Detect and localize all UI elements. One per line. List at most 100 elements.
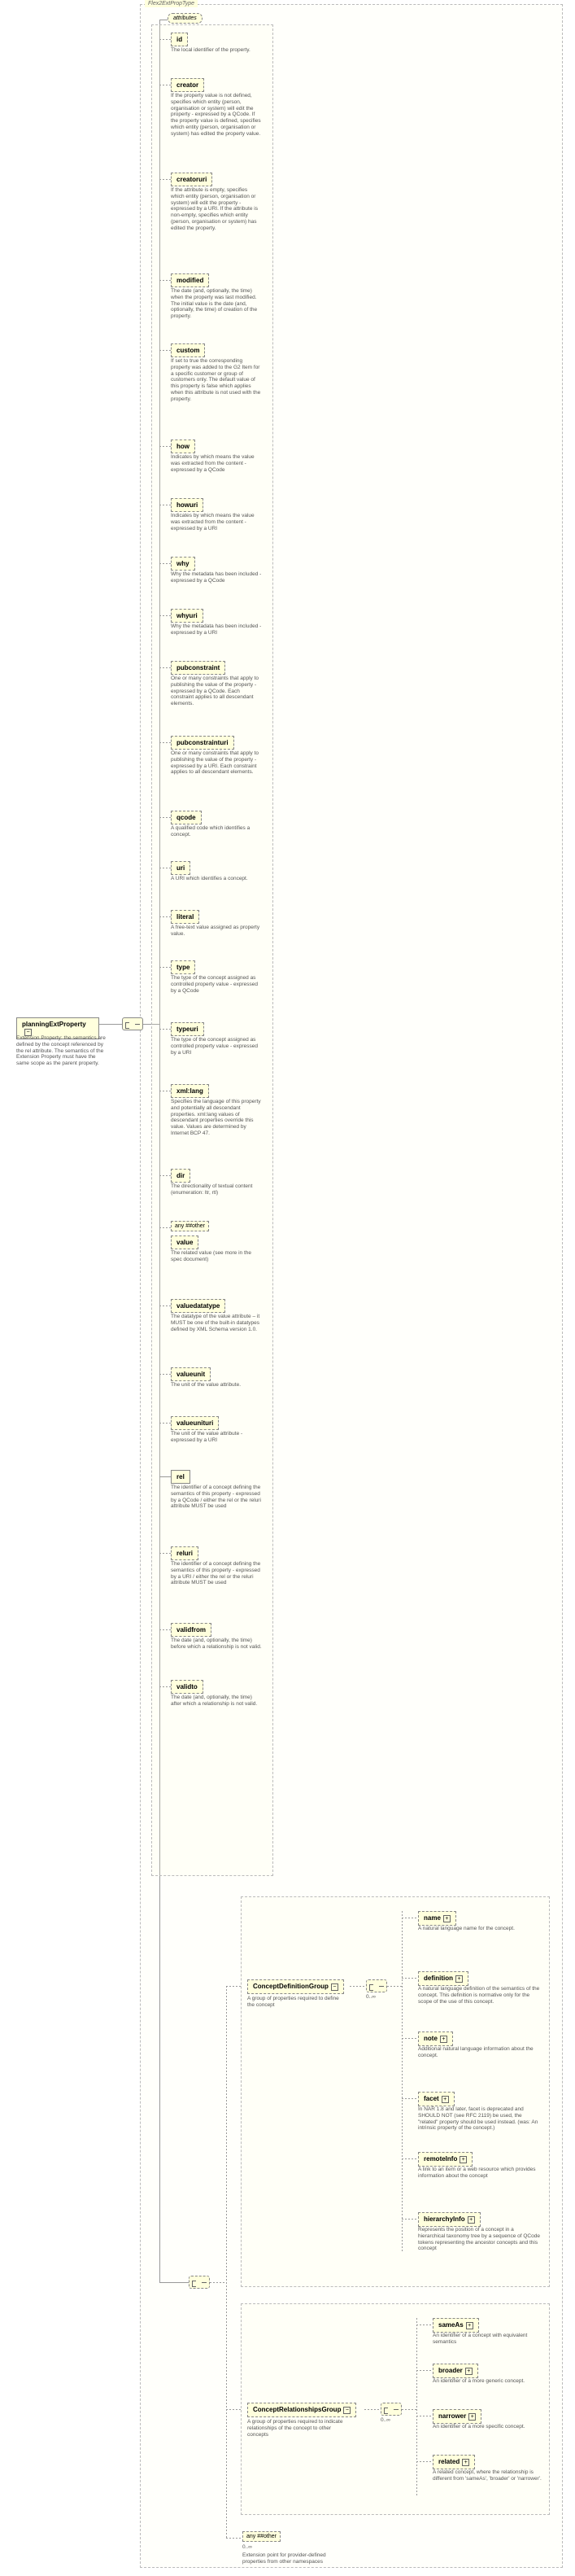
concept-def-group-label: ConceptDefinitionGroup — [253, 1983, 329, 1990]
concept-def-sequence — [366, 1979, 387, 1992]
expand-icon[interactable]: − — [331, 1983, 338, 1991]
attr-validto[interactable]: validto — [171, 1680, 203, 1694]
attr-label: uri — [176, 864, 185, 872]
attr-why[interactable]: why — [171, 557, 195, 571]
cd-item-desc: A natural language definition of the sem… — [418, 1986, 540, 2005]
attr-label: modified — [176, 277, 203, 284]
root-sequence — [122, 1017, 143, 1030]
expand-icon[interactable]: + — [465, 2368, 473, 2375]
expand-icon[interactable]: + — [460, 2156, 467, 2163]
attr-desc: The directionality of textual content (e… — [171, 1183, 262, 1196]
attr-label: literal — [176, 913, 194, 921]
cd-item-label: name — [424, 1914, 441, 1922]
cr-item-label: sameAs — [438, 2321, 464, 2329]
attr-desc: The type of the concept assigned as cont… — [171, 1037, 262, 1056]
attr-label: qcode — [176, 814, 196, 821]
attr-desc: Specifies the language of this property … — [171, 1099, 262, 1137]
expand-icon[interactable]: + — [443, 1915, 451, 1922]
expand-icon[interactable]: − — [343, 2407, 351, 2414]
attr-label: dir — [176, 1172, 185, 1179]
attr-desc: The datatype of the value attribute – it… — [171, 1314, 262, 1332]
attr-id[interactable]: id — [171, 33, 188, 46]
cd-item-name[interactable]: name+ — [418, 1911, 456, 1926]
concept-rel-group[interactable]: ConceptRelationshipsGroup− — [247, 2403, 356, 2417]
attr-pubconstraint[interactable]: pubconstraint — [171, 661, 225, 675]
concept-def-group[interactable]: ConceptDefinitionGroup− — [247, 1979, 344, 1994]
attr-desc: The unit of the value attribute. — [171, 1382, 262, 1389]
cr-item-label: related — [438, 2458, 460, 2465]
expand-icon[interactable]: + — [440, 2036, 447, 2043]
cd-item-definition[interactable]: definition+ — [418, 1971, 468, 1986]
attr-desc: One or many constraints that apply to pu… — [171, 676, 262, 707]
attr-value[interactable]: value — [171, 1236, 198, 1249]
attr-uri[interactable]: uri — [171, 861, 190, 875]
attr-desc: The unit of the value attribute - expres… — [171, 1431, 262, 1444]
expand-icon[interactable]: + — [442, 2096, 449, 2103]
attr-label: value — [176, 1239, 193, 1246]
cd-item-desc: A link to an item or a web resource whic… — [418, 2167, 540, 2180]
attr-creator[interactable]: creator — [171, 78, 204, 92]
cr-item-sameAs[interactable]: sameAs+ — [433, 2318, 479, 2333]
concept-def-occurs: 0..∞ — [366, 1994, 376, 2001]
cr-item-narrower[interactable]: narrower+ — [433, 2409, 481, 2424]
attr-qcode[interactable]: qcode — [171, 811, 202, 824]
attr-type[interactable]: type — [171, 960, 195, 974]
cd-item-label: facet — [424, 2095, 439, 2102]
cr-item-desc: A related concept, where the relationshi… — [433, 2469, 547, 2482]
cr-item-broader[interactable]: broader+ — [433, 2364, 478, 2378]
cd-item-desc: In NAR 1.8 and later, facet is deprecate… — [418, 2106, 540, 2132]
attr-modified[interactable]: modified — [171, 273, 209, 287]
attr-label: pubconstraint — [176, 664, 220, 671]
concept-rel-group-label: ConceptRelationshipsGroup — [253, 2406, 341, 2413]
attr-label: id — [176, 36, 182, 43]
cd-item-note[interactable]: note+ — [418, 2031, 453, 2046]
cd-item-desc: Represents the position of a concept in … — [418, 2227, 540, 2252]
attr-desc: The date (and, optionally, the time) bef… — [171, 1638, 262, 1651]
type-label: Flex2ExtPropType — [145, 0, 198, 7]
attr-how[interactable]: how — [171, 440, 195, 453]
attr-desc: Why the metadata has been included - exp… — [171, 571, 262, 584]
attr-valueunit[interactable]: valueunit — [171, 1367, 211, 1381]
cd-item-hierarchyInfo[interactable]: hierarchyInfo+ — [418, 2212, 481, 2227]
ext-any-desc: Extension point for provider-defined pro… — [242, 2552, 340, 2565]
attr-valueunituri[interactable]: valueunituri — [171, 1416, 219, 1430]
attr-desc: The identifier of a concept defining the… — [171, 1485, 262, 1510]
attr-label: whyuri — [176, 612, 198, 619]
ext-any-occurs: 0..∞ — [242, 2544, 252, 2551]
attr-desc: If the property value is not defined, sp… — [171, 93, 262, 138]
attr-reluri[interactable]: reluri — [171, 1546, 198, 1560]
expand-icon[interactable]: + — [468, 2413, 476, 2421]
expand-icon[interactable]: + — [462, 2459, 469, 2466]
expand-icon[interactable]: + — [468, 2216, 475, 2224]
attr-pubconstrainturi[interactable]: pubconstrainturi — [171, 736, 234, 750]
attr-dir[interactable]: dir — [171, 1169, 190, 1183]
attr-label: typeuri — [176, 1026, 198, 1033]
ext-any[interactable]: any ##other — [242, 2531, 281, 2542]
cd-item-label: remoteInfo — [424, 2155, 457, 2163]
attr-howuri[interactable]: howuri — [171, 498, 203, 512]
attr-desc: A qualified code which identifies a conc… — [171, 825, 262, 838]
attr-whyuri[interactable]: whyuri — [171, 609, 203, 623]
attr-label: creatoruri — [176, 176, 207, 183]
attr-xml-lang[interactable]: xml:lang — [171, 1084, 209, 1098]
attr-rel[interactable]: rel — [171, 1470, 190, 1484]
attr-validfrom[interactable]: validfrom — [171, 1623, 211, 1637]
attr-desc: The type of the concept assigned as cont… — [171, 975, 262, 994]
cr-item-related[interactable]: related+ — [433, 2455, 475, 2469]
attr-label: validto — [176, 1683, 198, 1690]
cd-item-label: note — [424, 2035, 438, 2042]
root-desc: Extension Property: the semantics are de… — [16, 1035, 107, 1067]
attr-label: creator — [176, 81, 198, 89]
expand-icon[interactable]: + — [455, 1975, 463, 1983]
attr-desc: Why the metadata has been included - exp… — [171, 623, 262, 636]
cd-item-remoteInfo[interactable]: remoteInfo+ — [418, 2152, 473, 2167]
attr-literal[interactable]: literal — [171, 910, 199, 924]
attr-creatoruri[interactable]: creatoruri — [171, 173, 212, 186]
attr-typeuri[interactable]: typeuri — [171, 1022, 204, 1036]
child-sequence — [189, 2276, 210, 2289]
expand-icon[interactable]: + — [466, 2322, 473, 2329]
concept-rel-sequence — [381, 2403, 402, 2416]
cd-item-facet[interactable]: facet+ — [418, 2092, 455, 2106]
attr-valuedatatype[interactable]: valuedatatype — [171, 1299, 225, 1313]
attr-custom[interactable]: custom — [171, 343, 205, 357]
